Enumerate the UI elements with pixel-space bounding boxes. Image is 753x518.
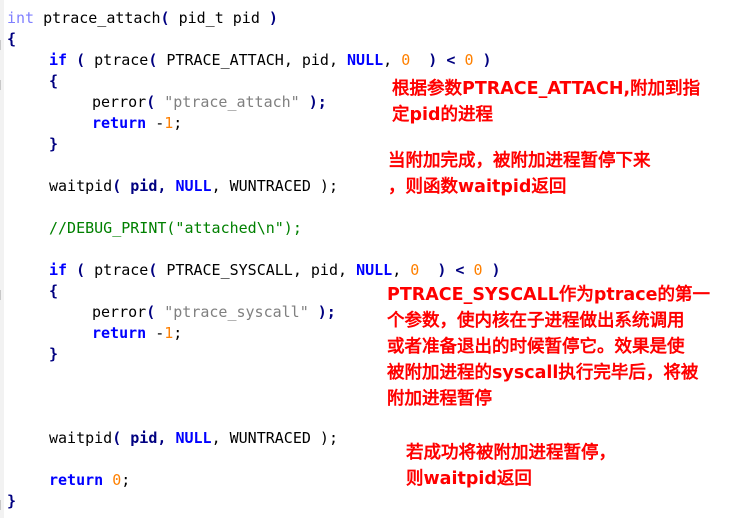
ptrace-call: ptrace <box>94 261 149 279</box>
ptrace-call: ptrace <box>94 51 149 69</box>
comment: //DEBUG_PRINT("attached\n"); <box>49 219 302 237</box>
return-keyword: return <box>92 324 147 342</box>
code-line-return-error[interactable]: return -1; <box>92 323 182 344</box>
code-line-waitpid-2[interactable]: waitpid( pid, NULL, WUNTRACED ); <box>49 428 338 449</box>
waitpid-call: waitpid <box>49 177 113 195</box>
if-keyword: if <box>49 261 68 279</box>
fold-marker[interactable] <box>0 40 4 50</box>
code-line-return-error[interactable]: return -1; <box>92 113 182 134</box>
annotation-line: 根据参数PTRACE_ATTACH,附加到指 <box>392 79 701 99</box>
paren: ) <box>268 9 278 27</box>
code-line-close-brace[interactable]: } <box>7 491 16 512</box>
code-line-close-brace[interactable]: } <box>49 344 58 365</box>
function-name: ptrace_attach <box>34 9 161 27</box>
null-keyword: NULL <box>175 177 212 195</box>
fold-marker[interactable] <box>0 290 4 300</box>
ptrace-request-arg: PTRACE_ATTACH <box>166 51 284 69</box>
code-line-if-attach[interactable]: if ( ptrace( PTRACE_ATTACH, pid, NULL, 0… <box>49 50 492 71</box>
annotation-line: PTRACE_SYSCALL作为ptrace的第一 <box>387 285 710 305</box>
string-literal: "ptrace_attach" <box>164 93 300 111</box>
annotation-line: 或者准备退出的时候暂停它。效果是使 <box>387 337 685 357</box>
code-line-perror-attach[interactable]: perror( "ptrace_attach" ); <box>92 92 327 113</box>
null-keyword: NULL <box>356 261 393 279</box>
if-keyword: if <box>49 51 68 69</box>
type-keyword: int <box>7 9 35 27</box>
number-literal: 0 <box>473 261 483 279</box>
param-name: pid <box>223 9 269 27</box>
annotation-waitpid-syscall: 若成功将被附加进程暂停， 则waitpid返回 <box>406 440 616 492</box>
code-line-open-brace[interactable]: { <box>49 71 58 92</box>
editor-gutter <box>0 0 4 518</box>
number-literal: 0 <box>410 261 420 279</box>
annotation-line: 定pid的进程 <box>392 105 494 125</box>
code-line-function-signature[interactable]: int ptrace_attach( pid_t pid ) <box>7 8 278 29</box>
perror-call: perror <box>92 93 147 111</box>
ptrace-request-arg: PTRACE_SYSCALL <box>166 261 293 279</box>
annotation-line: 当附加完成，被附加进程暂停下来 <box>388 151 651 171</box>
brace: { <box>7 30 17 48</box>
code-line-open-brace[interactable]: { <box>49 281 58 302</box>
annotation-line: ，则函数waitpid返回 <box>388 177 567 197</box>
number-literal: 1 <box>164 324 174 342</box>
null-keyword: NULL <box>175 429 212 447</box>
code-line-comment[interactable]: //DEBUG_PRINT("attached\n"); <box>49 218 302 239</box>
perror-call: perror <box>92 303 147 321</box>
annotation-ptrace-syscall: PTRACE_SYSCALL作为ptrace的第一 个参数，使内核在子进程做出系… <box>387 282 710 412</box>
null-keyword: NULL <box>347 51 384 69</box>
code-line-waitpid-1[interactable]: waitpid( pid, NULL, WUNTRACED ); <box>49 176 338 197</box>
return-keyword: return <box>49 471 104 489</box>
code-line-open-brace[interactable]: { <box>7 29 16 50</box>
number-literal: 0 <box>112 471 122 489</box>
fold-marker[interactable] <box>0 80 4 90</box>
return-keyword: return <box>92 114 147 132</box>
param-type: pid_t <box>178 9 224 27</box>
code-line-close-brace[interactable]: } <box>49 134 58 155</box>
waitpid-call: waitpid <box>49 429 113 447</box>
annotation-line: 被附加进程的syscall执行完毕后，将被 <box>387 363 699 383</box>
number-literal: 1 <box>164 114 174 132</box>
fold-marker[interactable] <box>0 500 4 510</box>
annotation-ptrace-attach: 根据参数PTRACE_ATTACH,附加到指 定pid的进程 <box>392 76 700 128</box>
code-line-if-syscall[interactable]: if ( ptrace( PTRACE_SYSCALL, pid, NULL, … <box>49 260 501 281</box>
code-line-perror-syscall[interactable]: perror( "ptrace_syscall" ); <box>92 302 336 323</box>
annotation-line: 个参数，使内核在子进程做出系统调用 <box>387 311 685 331</box>
annotation-waitpid-attach: 当附加完成，被附加进程暂停下来 ，则函数waitpid返回 <box>388 148 651 200</box>
code-line-return-success[interactable]: return 0; <box>49 470 130 491</box>
annotation-line: 则waitpid返回 <box>406 469 532 489</box>
string-literal: "ptrace_syscall" <box>164 303 309 321</box>
paren: ( <box>160 9 179 27</box>
annotation-line: 附加进程暂停 <box>387 389 492 409</box>
annotation-line: 若成功将被附加进程暂停， <box>406 443 616 463</box>
number-literal: 0 <box>401 51 411 69</box>
